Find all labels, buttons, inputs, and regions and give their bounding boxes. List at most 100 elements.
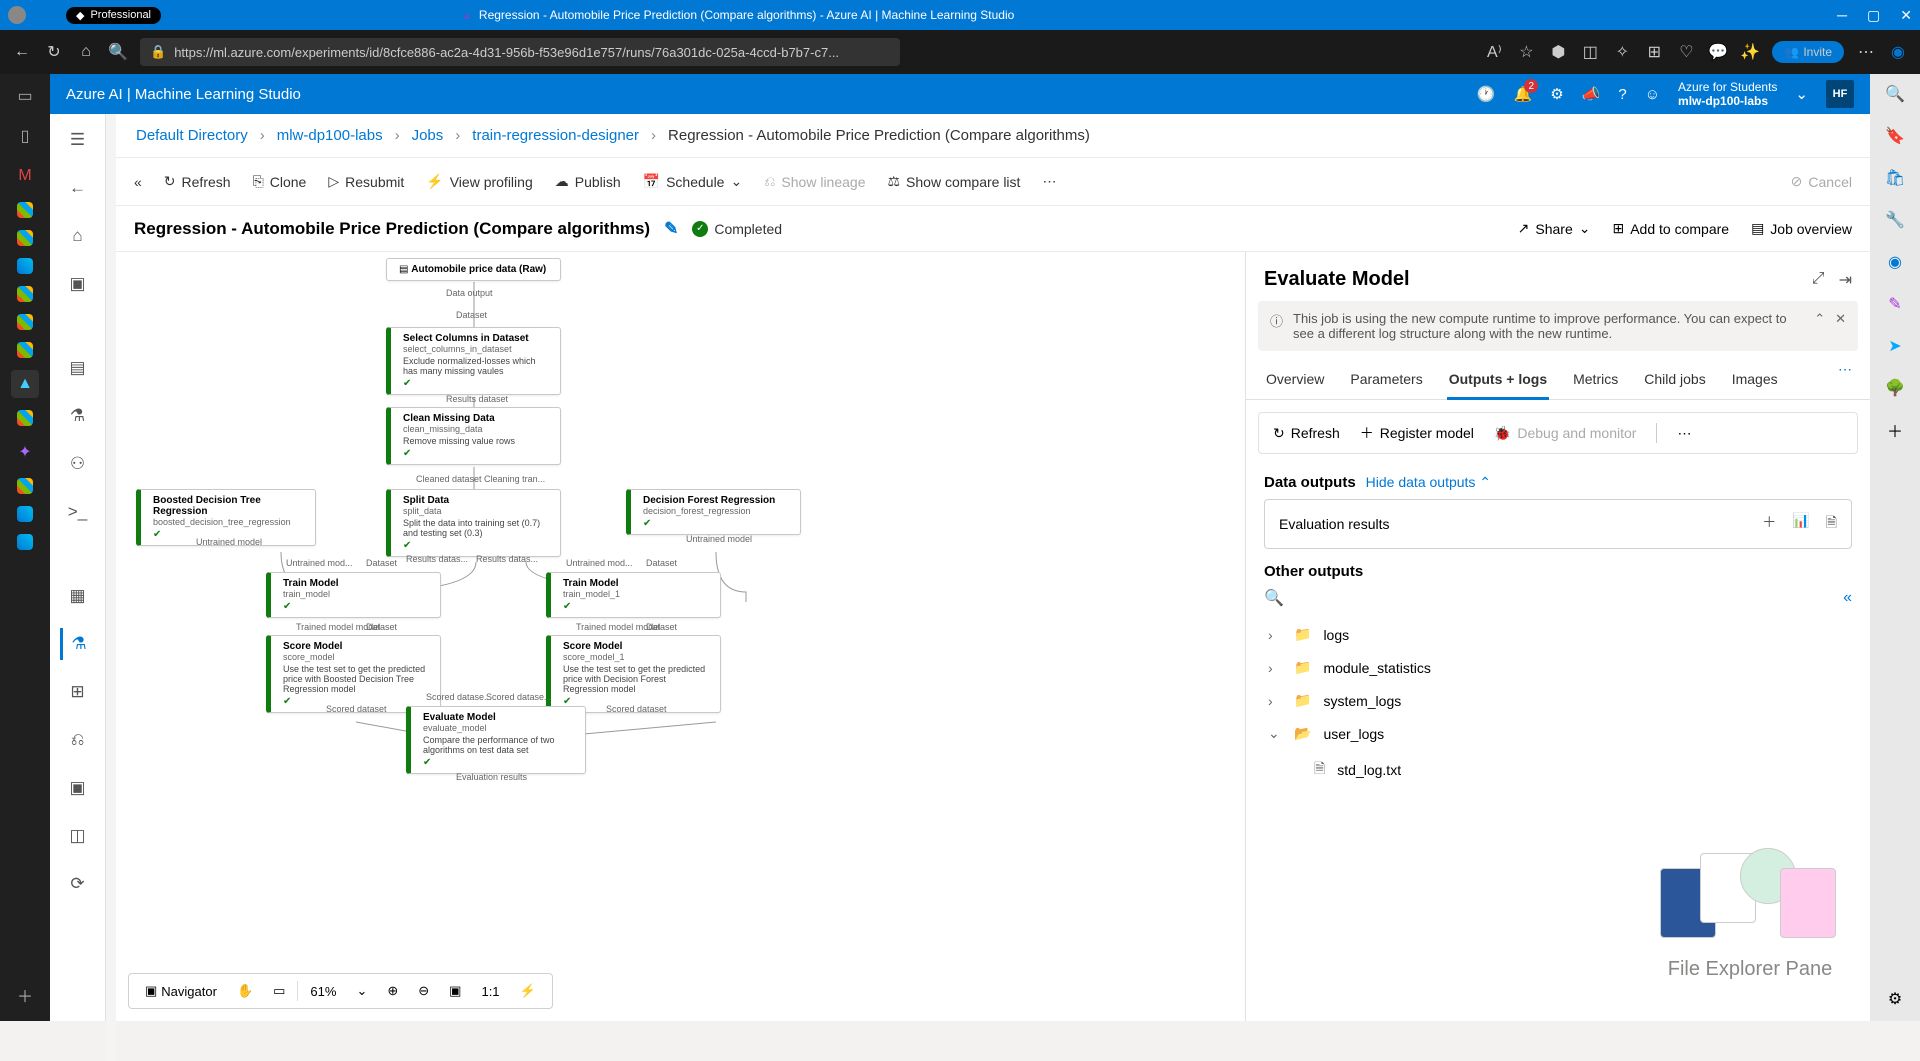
catalog-icon[interactable]: ▣ <box>62 268 94 300</box>
nav-expand-handle[interactable] <box>106 114 116 1061</box>
maximize-icon[interactable]: ▢ <box>1867 7 1880 24</box>
pan-icon[interactable]: ✋ <box>229 979 261 1003</box>
help-icon[interactable]: ? <box>1618 86 1626 103</box>
bookmark-side-icon[interactable]: 🔖 <box>1883 124 1907 148</box>
search-browser-icon[interactable]: 🔍 <box>108 42 128 62</box>
ms-icon-1[interactable] <box>17 202 33 218</box>
notifications-icon[interactable]: 🔔 <box>1514 85 1533 103</box>
tab-overview[interactable]: Overview <box>1264 361 1326 399</box>
page-icon[interactable]: ▯ <box>11 122 39 150</box>
more-browser-icon[interactable]: ⋯ <box>1856 42 1876 62</box>
zoom-level[interactable]: 61% <box>302 980 344 1003</box>
add-output-icon[interactable]: ＋ <box>1762 512 1776 536</box>
account-box[interactable]: Azure for Students mlw-dp100-labs <box>1678 80 1777 109</box>
breadcrumb-experiment[interactable]: train-regression-designer <box>472 127 639 144</box>
plant-icon[interactable]: 🌳 <box>1883 376 1907 400</box>
add-compare-button[interactable]: ⊞ Add to compare <box>1612 220 1729 237</box>
chart-output-icon[interactable]: 📊 <box>1792 512 1809 536</box>
tab-child-jobs[interactable]: Child jobs <box>1642 361 1707 399</box>
ms-icon-4[interactable] <box>17 314 33 330</box>
notebooks-icon[interactable]: ▤ <box>62 352 94 384</box>
copilot-side-icon[interactable]: ◉ <box>1888 42 1908 62</box>
azure-icon-1[interactable] <box>17 258 33 274</box>
split-icon[interactable]: ◫ <box>1580 42 1600 62</box>
read-aloud-icon[interactable]: A⁾ <box>1484 42 1504 62</box>
data-icon[interactable]: ▦ <box>62 580 94 612</box>
hide-outputs-link[interactable]: Hide data outputs ⌃ <box>1366 474 1491 491</box>
minimize-icon[interactable]: ─ <box>1837 7 1847 24</box>
azure-icon-2[interactable] <box>17 506 33 522</box>
node-split[interactable]: Split Data split_data Split the data int… <box>386 489 561 557</box>
tabs-icon[interactable]: ▭ <box>11 82 39 110</box>
copilot-icon[interactable]: ✨ <box>1740 42 1760 62</box>
pipelines-icon[interactable]: ⎌ <box>62 724 94 756</box>
profile-avatar-icon[interactable] <box>8 6 26 24</box>
node-forest[interactable]: Decision Forest Regression decision_fore… <box>626 489 801 535</box>
autolayout-icon[interactable]: ⚡ <box>512 979 544 1003</box>
select-icon[interactable]: ▭ <box>265 979 293 1003</box>
popout-icon[interactable]: ⇥ <box>1839 270 1852 290</box>
job-overview-button[interactable]: ▤ Job overview <box>1751 220 1852 237</box>
node-train1[interactable]: Train Model train_model ✔ <box>266 572 441 618</box>
components-icon[interactable]: ⊞ <box>62 676 94 708</box>
tree-user-logs[interactable]: ⌄📂user_logs <box>1264 717 1654 750</box>
collapse-notice-icon[interactable]: ⌃ <box>1814 311 1825 327</box>
share-button[interactable]: ↗ Share ⌄ <box>1518 220 1591 237</box>
refresh-browser-icon[interactable]: ↻ <box>44 42 64 62</box>
prompt-icon[interactable]: >_ <box>62 496 94 528</box>
profiling-button[interactable]: ⚡ View profiling <box>426 173 532 190</box>
settings-side-icon[interactable]: ⚙ <box>1883 987 1907 1011</box>
azure-icon-3[interactable] <box>17 534 33 550</box>
clock-icon[interactable]: 🕐 <box>1477 85 1496 103</box>
node-train2[interactable]: Train Model train_model_1 ✔ <box>546 572 721 618</box>
node-clean[interactable]: Clean Missing Data clean_missing_data Re… <box>386 407 561 465</box>
tree-std-log[interactable]: 🗎std_log.txt <box>1264 750 1654 790</box>
jobs-icon[interactable]: ⚗ <box>60 628 92 660</box>
smile-icon[interactable]: ☺ <box>1645 86 1660 103</box>
back-nav-icon[interactable]: ← <box>62 172 94 204</box>
tab-parameters[interactable]: Parameters <box>1348 361 1424 399</box>
tree-logs[interactable]: ›📁logs <box>1264 618 1654 651</box>
fit-icon[interactable]: ▣ <box>441 979 469 1003</box>
tab-more-icon[interactable]: ⋯ <box>1838 361 1852 399</box>
publish-button[interactable]: ☁ Publish <box>555 173 621 190</box>
performance-icon[interactable]: ♡ <box>1676 42 1696 62</box>
ms-icon-7[interactable] <box>17 478 33 494</box>
expand-icon[interactable]: ⤢ <box>1812 270 1825 290</box>
feedback-icon[interactable]: 📣 <box>1582 85 1601 103</box>
home-icon[interactable]: ⌂ <box>76 42 96 62</box>
output-card-eval[interactable]: Evaluation results ＋ 📊 🗎 <box>1264 499 1852 549</box>
node-score1[interactable]: Score Model score_model Use the test set… <box>266 635 441 713</box>
collapse-tree-icon[interactable]: « <box>1843 589 1852 607</box>
browser-tab[interactable]: ▲ Regression - Automobile Price Predicti… <box>461 8 1014 22</box>
file-output-icon[interactable]: 🗎 <box>1826 512 1837 536</box>
endpoints-icon[interactable]: ⟳ <box>62 868 94 900</box>
schedule-button[interactable]: 📅 Schedule ⌄ <box>643 173 743 190</box>
designer-icon[interactable]: ⚇ <box>62 448 94 480</box>
extensions-icon[interactable]: ⬢ <box>1548 42 1568 62</box>
send-icon[interactable]: ➤ <box>1883 334 1907 358</box>
pipeline-canvas[interactable]: ▤ Automobile price data (Raw) Data outpu… <box>116 252 1245 1021</box>
navigator-button[interactable]: ▣ Navigator <box>137 979 225 1003</box>
ms-icon-5[interactable] <box>17 342 33 358</box>
models-icon[interactable]: ◫ <box>62 820 94 852</box>
refresh-button[interactable]: ↻ Refresh <box>164 173 231 190</box>
compare-list-button[interactable]: ⚖ Show compare list <box>887 173 1020 190</box>
zoom-in-icon[interactable]: ⊕ <box>379 979 406 1003</box>
search-side-icon[interactable]: 🔍 <box>1883 82 1907 106</box>
purple-icon[interactable]: ✦ <box>11 438 39 466</box>
node-evaluate[interactable]: Evaluate Model evaluate_model Compare th… <box>406 706 586 774</box>
add-side-icon[interactable]: ＋ <box>1883 418 1907 442</box>
back-icon[interactable]: ← <box>12 42 32 62</box>
automl-icon[interactable]: ⚗ <box>62 400 94 432</box>
zoom-dropdown-icon[interactable]: ⌄ <box>348 979 375 1003</box>
azure-ml-icon[interactable]: ▲ <box>11 370 39 398</box>
tab-metrics[interactable]: Metrics <box>1571 361 1620 399</box>
panel-more-icon[interactable]: ⋯ <box>1677 425 1691 442</box>
outlook-icon[interactable]: ◉ <box>1883 250 1907 274</box>
ms-icon-2[interactable] <box>17 230 33 246</box>
tab-outputs[interactable]: Outputs + logs <box>1447 361 1549 400</box>
resubmit-button[interactable]: ▷ Resubmit <box>328 173 404 190</box>
home-nav-icon[interactable]: ⌂ <box>62 220 94 252</box>
close-icon[interactable]: ✕ <box>1900 7 1912 24</box>
